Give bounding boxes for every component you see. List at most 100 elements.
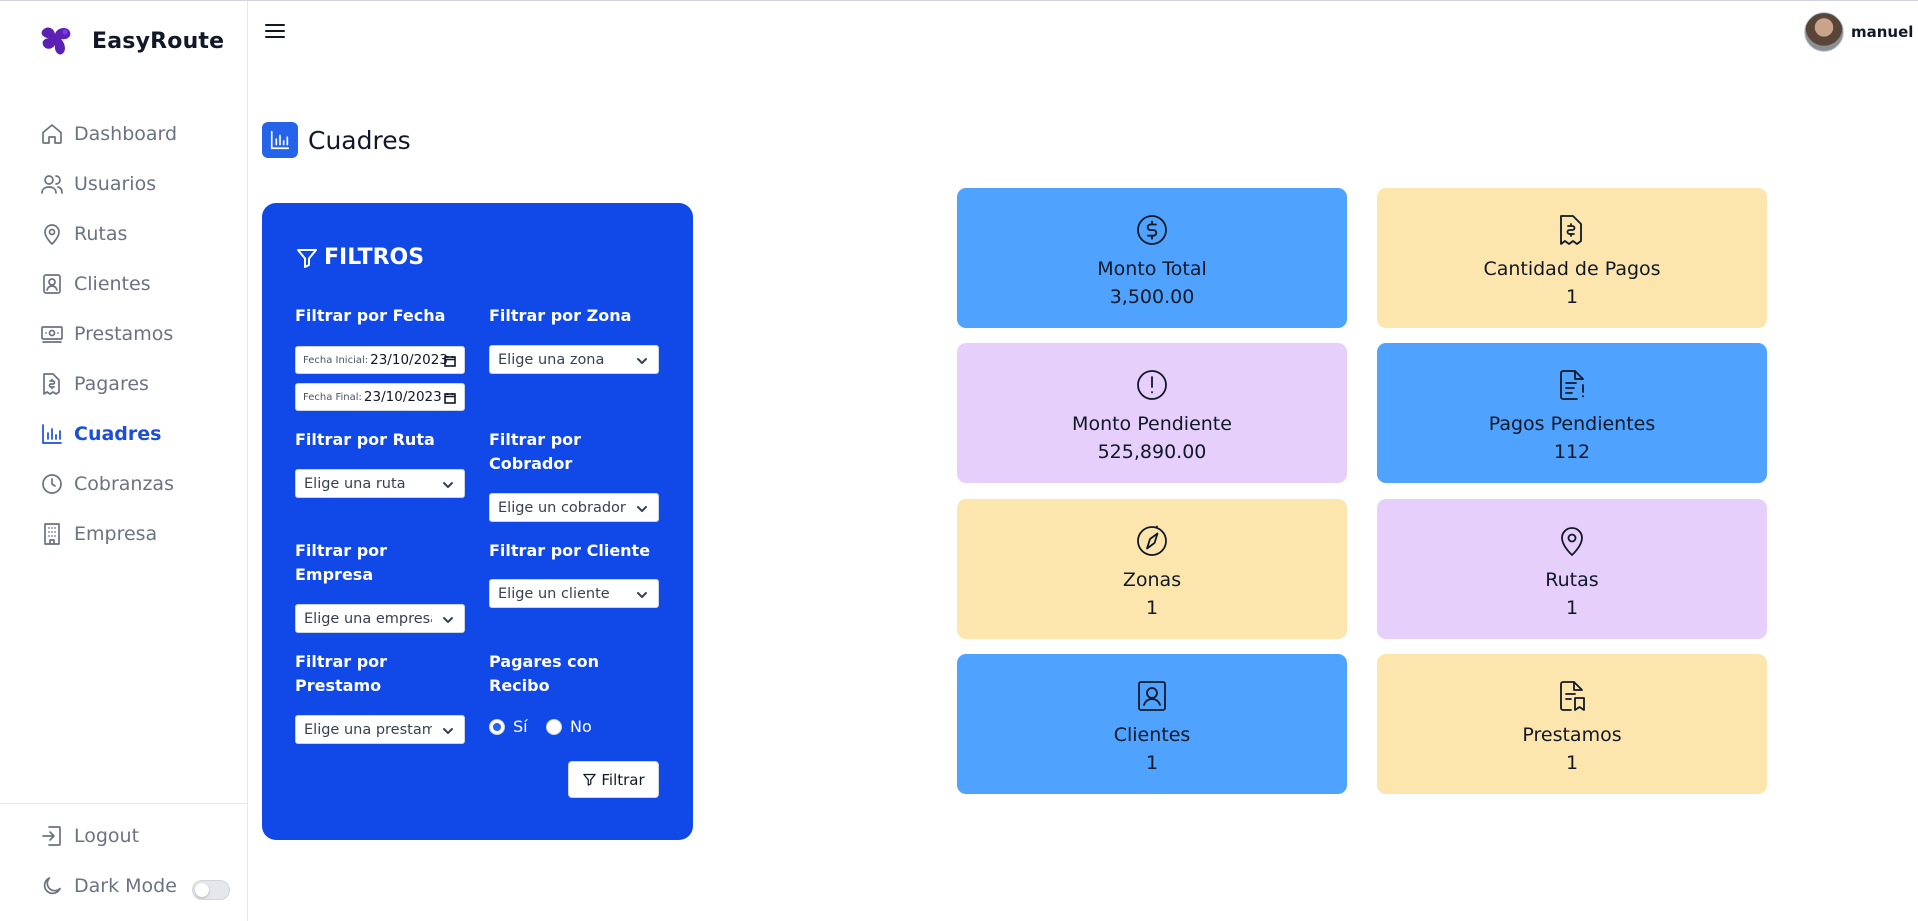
file-bookmark-icon [1560,681,1585,711]
sidebar-item-label: Cobranzas [74,473,174,495]
logout-button[interactable]: Logout [40,824,139,848]
stat-label: Pagos Pendientes [1488,413,1656,435]
stat-value: 1 [1565,286,1579,308]
filter-recibo-label: Pagares con Recibo [489,650,599,698]
sidebar-item-label: Usuarios [74,173,157,195]
ruta-select[interactable]: Elige una ruta [295,469,465,498]
stat-value: 1 [1145,752,1159,774]
zona-select[interactable]: Elige una zona [489,345,659,374]
recibo-radio-si[interactable]: Sí [489,717,528,736]
filter-cobrador-label-line1: Filtrar por [489,430,582,449]
stat-card-zonas: Zonas 1 [957,499,1347,639]
ruta-select-value: Elige una ruta [304,475,406,492]
stat-value: 1 [1565,597,1579,619]
sidebar-nav: Dashboard Usuarios Rutas Clientes Presta… [40,109,177,559]
sidebar-item-cobranzas[interactable]: Cobranzas [40,459,177,509]
logout-label: Logout [74,825,140,847]
filtrar-button-label: Filtrar [601,770,645,789]
sidebar-item-empresa[interactable]: Empresa [40,509,177,559]
user-menu[interactable]: manuel [1804,12,1913,52]
sidebar-item-label: Prestamos [74,323,174,345]
cobrador-select[interactable]: Elige un cobrador [489,493,659,522]
map-pin-icon [1561,527,1583,556]
calendar-icon[interactable] [444,355,456,367]
dark-mode-row: Dark Mode [40,874,177,898]
filter-cliente-label: Filtrar por Cliente [489,541,651,560]
sidebar-item-label: Pagares [74,373,149,395]
sidebar-item-cuadres[interactable]: Cuadres [40,409,177,459]
filter-icon [583,773,597,786]
sidebar-item-pagares[interactable]: Pagares [40,359,177,409]
stat-card-pagos-pendientes: Pagos Pendientes 112 [1377,343,1767,483]
filter-recibo-label-line1: Pagares con [489,652,600,671]
cliente-select-value: Elige un cliente [498,585,610,602]
alert-circle-icon [1137,370,1167,400]
prestamo-select-value: Elige una prestamo [304,721,432,738]
stat-label: Rutas [1545,569,1599,591]
file-alert-icon [1560,370,1584,400]
easyroute-logo [41,27,71,55]
stat-label: Zonas [1122,569,1182,591]
stat-label: Clientes [1113,724,1191,746]
stat-value: 1 [1565,752,1579,774]
sidebar-item-prestamos[interactable]: Prestamos [40,309,177,359]
sidebar-item-label: Empresa [74,523,158,545]
clock-icon [42,474,62,494]
filter-ruta-label: Filtrar por Ruta [295,430,435,449]
stat-label: Monto Pendiente [1072,413,1232,435]
filter-cobrador-label: Filtrar por Cobrador [489,428,581,476]
sidebar-item-rutas[interactable]: Rutas [40,209,177,259]
radio-si-label: Sí [513,717,528,736]
building-icon [44,523,60,545]
filter-icon [297,248,317,268]
cobrador-select-value: Elige un cobrador [498,499,626,516]
sidebar-item-label: Cuadres [74,423,162,445]
moon-icon [43,877,61,895]
sidebar-item-label: Clientes [74,273,151,295]
contact-icon [43,274,61,294]
dark-mode-toggle[interactable] [192,880,230,900]
user-name: manuel [1851,23,1914,41]
filter-empresa-label-line1: Filtrar por [295,541,388,560]
banknote-icon [41,326,63,343]
menu-toggle-button[interactable] [263,20,287,44]
zona-select-value: Elige una zona [498,351,605,368]
stat-card-rutas: Rutas 1 [1377,499,1767,639]
filter-cobrador-label-line2: Cobrador [489,454,573,473]
chevron-down-icon [637,506,647,512]
stat-card-monto-total: Monto Total 3,500.00 [957,188,1347,328]
stat-value: 1 [1145,597,1159,619]
filtrar-button[interactable]: Filtrar [568,761,659,798]
sidebar-item-dashboard[interactable]: Dashboard [40,109,177,159]
brand[interactable]: EasyRoute [38,23,224,59]
radio-no-label: No [570,717,592,736]
logout-icon [42,826,61,846]
chevron-down-icon [443,617,453,623]
radio-dot-si[interactable] [489,718,505,735]
avatar[interactable] [1804,12,1844,52]
sidebar-item-usuarios[interactable]: Usuarios [40,159,177,209]
receipt-icon [43,373,60,395]
prestamo-select[interactable]: Elige una prestamo [295,715,465,744]
filter-fecha-label: Filtrar por Fecha [295,306,446,325]
fecha-inicial-input[interactable]: Fecha Inicial: 23/10/2023 [295,346,465,374]
fecha-inicial-value: 23/10/2023 [370,352,448,368]
sidebar-item-clientes[interactable]: Clientes [40,259,177,309]
calendar-icon[interactable] [444,392,456,404]
empresa-select[interactable]: Elige una empresa [295,604,465,633]
recibo-radio-no[interactable]: No [546,717,592,736]
stat-card-monto-pendiente: Monto Pendiente 525,890.00 [957,343,1347,483]
fecha-final-input[interactable]: Fecha Final: 23/10/2023 [295,383,465,411]
compass-icon [1137,525,1167,556]
filter-empresa-label: Filtrar por Empresa [295,539,387,587]
brand-name: EasyRoute [92,28,225,54]
radio-dot-no[interactable] [546,718,562,735]
chevron-down-icon [443,482,453,488]
chevron-down-icon [637,592,647,598]
receipt-dollar-icon [1560,215,1582,245]
filter-recibo-label-line2: Recibo [489,676,550,695]
cliente-select[interactable]: Elige un cliente [489,579,659,608]
sidebar-footer: Logout Dark Mode [0,803,247,921]
filter-prestamo-label-line2: Prestamo [295,676,382,695]
filter-empresa-label-line2: Empresa [295,565,374,584]
